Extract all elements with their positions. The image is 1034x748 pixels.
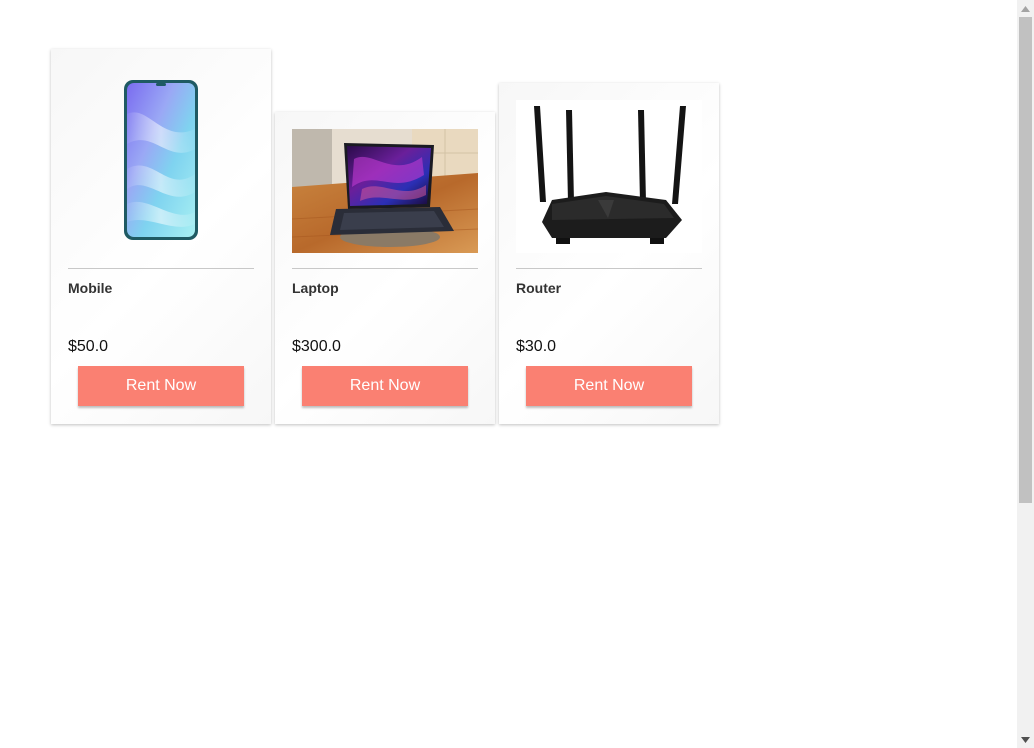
scroll-up-arrow-icon[interactable] xyxy=(1017,0,1034,17)
product-name: Laptop xyxy=(292,280,339,296)
divider xyxy=(292,268,478,269)
rent-now-button-laptop[interactable]: Rent Now xyxy=(302,366,468,406)
product-image-router xyxy=(516,100,702,253)
vertical-scrollbar[interactable] xyxy=(1017,0,1034,748)
product-card-router: Router $30.0 Rent Now xyxy=(499,83,719,424)
rent-now-button-router[interactable]: Rent Now xyxy=(526,366,692,406)
product-image-laptop xyxy=(292,129,478,253)
scrollbar-thumb[interactable] xyxy=(1019,17,1032,503)
product-card-mobile: Mobile $50.0 Rent Now xyxy=(51,49,271,424)
product-name: Router xyxy=(516,280,562,296)
divider xyxy=(68,268,254,269)
rent-now-button-mobile[interactable]: Rent Now xyxy=(78,366,244,406)
divider xyxy=(516,268,702,269)
scroll-down-arrow-icon[interactable] xyxy=(1017,731,1034,748)
product-image-mobile xyxy=(68,74,254,244)
product-price: $50.0 xyxy=(68,338,109,355)
product-card-laptop: Laptop $300.0 Rent Now xyxy=(275,112,495,424)
product-price: $300.0 xyxy=(292,338,341,355)
page: Mobile $50.0 Rent Now Laptop $300.0 Rent… xyxy=(0,0,1034,748)
product-price: $30.0 xyxy=(516,338,557,355)
product-name: Mobile xyxy=(68,280,113,296)
